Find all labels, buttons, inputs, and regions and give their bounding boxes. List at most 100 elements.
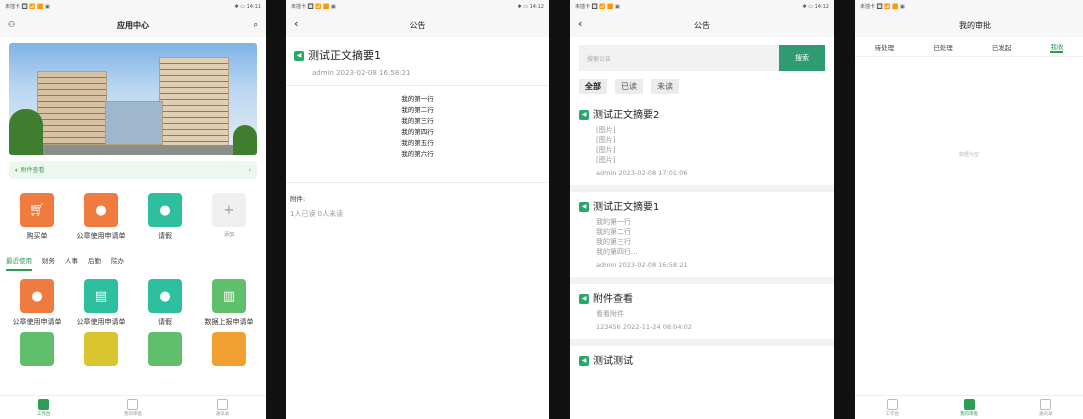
header: ‹ 公告 bbox=[286, 13, 549, 37]
tabbar-workbench[interactable]: 工作台 bbox=[36, 398, 51, 417]
bottom-tabbar: 工作台 我的审批 通讯录 bbox=[0, 395, 266, 419]
hospital-banner[interactable] bbox=[9, 43, 257, 155]
books-icon bbox=[84, 332, 118, 366]
status-bar: 未插卡 🔲 📶 🟧 ▣ ✱ ▭ 14:12 bbox=[286, 0, 549, 13]
page-title: 公告 bbox=[409, 20, 426, 30]
back-icon[interactable]: ‹ bbox=[578, 17, 582, 30]
app-tile[interactable] bbox=[73, 332, 129, 370]
status-time: ✱ ▭ 14:12 bbox=[802, 3, 829, 10]
tab-finance[interactable]: 财务 bbox=[42, 255, 55, 271]
header: 我的审批 bbox=[855, 13, 1083, 37]
card-title: ◀ 测试正文摘要1 bbox=[579, 198, 825, 213]
notice-card[interactable]: ◀ 测试测试 bbox=[570, 346, 834, 379]
tabbar-contacts[interactable]: 通讯录 bbox=[1039, 398, 1053, 417]
header: ‹ 公告 bbox=[570, 13, 834, 37]
tabbar-workbench[interactable]: 工作台 bbox=[886, 398, 899, 417]
app-seal-request[interactable]: ● 公章使用申请单 bbox=[73, 193, 129, 241]
app-seal-request-2[interactable]: ▤ 公章使用申请单 bbox=[73, 279, 129, 327]
filter-all[interactable]: 全部 bbox=[579, 79, 607, 94]
stamp-icon bbox=[20, 332, 54, 366]
app-tile[interactable] bbox=[137, 332, 193, 370]
notice-card[interactable]: ◀ 测试正文摘要2 [图片] [图片] [图片] [图片] admin 2023-… bbox=[570, 100, 834, 192]
attachment-notice[interactable]: 🔈︎ 附件查看 › bbox=[9, 161, 257, 179]
building-image bbox=[37, 71, 107, 145]
notice-title-text: 测试正文摘要1 bbox=[308, 49, 381, 62]
tabbar-label: 我的审批 bbox=[960, 411, 978, 417]
status-bar: 未插卡 🔲 📶 🟧 ▣ ✱ ▭ 14:11 bbox=[0, 0, 266, 13]
speaker-icon: ◀ bbox=[579, 110, 589, 120]
card-line: 我的第三行 bbox=[596, 238, 631, 246]
body-line: 我的第一行 bbox=[401, 95, 434, 103]
filter-unread[interactable]: 未读 bbox=[651, 79, 679, 94]
status-bar: 未插卡 🔲 📶 🟧 ▣ ✱ ▭ 14:12 bbox=[570, 0, 834, 13]
app-leave[interactable]: ● 请假 bbox=[137, 279, 193, 327]
search-bar: 搜索公告 搜索 bbox=[579, 45, 825, 71]
contacts-icon bbox=[216, 398, 228, 410]
recent-apps: ● 公章使用申请单 ▤ 公章使用申请单 ● 请假 ▥ 数据上报申请单 bbox=[0, 279, 266, 327]
search-button[interactable]: 搜索 bbox=[779, 45, 825, 71]
header: ⚇ 应用中心 ⌕ bbox=[0, 13, 266, 37]
user-clock-icon: ● bbox=[148, 279, 182, 313]
card-line: [图片] bbox=[596, 146, 616, 154]
status-left: 未插卡 🔲 📶 🟧 ▣ bbox=[5, 4, 50, 10]
notice-card[interactable]: ◀ 附件查看 看看附件 123456 2022-11-24 08:04:02 bbox=[570, 284, 834, 346]
tabbar-approvals[interactable]: 我的审批 bbox=[960, 398, 978, 417]
tab-hr[interactable]: 人事 bbox=[65, 255, 78, 271]
tab-office[interactable]: 院办 bbox=[111, 255, 124, 271]
card-title: ◀ 测试测试 bbox=[579, 352, 825, 367]
grid-icon bbox=[886, 398, 898, 410]
bottom-tabbar: 工作台 我的审批 通讯录 bbox=[855, 395, 1083, 419]
tabbar-approvals[interactable]: 我的审批 bbox=[124, 398, 142, 417]
tab-logistics[interactable]: 后勤 bbox=[88, 255, 101, 271]
app-purchase[interactable]: 🛒︎ 购买单 bbox=[9, 193, 65, 241]
app-label: 公章使用申请单 bbox=[76, 232, 126, 240]
tab-processed[interactable]: 已处理 bbox=[933, 42, 953, 52]
read-stats[interactable]: 1人已读 0人未读 bbox=[286, 209, 549, 219]
tab-pending[interactable]: 待处理 bbox=[875, 42, 895, 52]
plus-icon: + bbox=[212, 193, 246, 227]
app-label: 公章使用申请单 bbox=[76, 318, 126, 326]
app-label: 添加 bbox=[223, 232, 234, 238]
status-left: 未插卡 🔲 📶 🟧 ▣ bbox=[575, 4, 620, 10]
notice-body: 我的第一行 我的第二行 我的第三行 我的第四行 我的第五行 我的第六行 bbox=[286, 85, 549, 183]
ground bbox=[9, 145, 257, 155]
tabbar-contacts[interactable]: 通讯录 bbox=[216, 398, 229, 417]
search-input[interactable]: 搜索公告 bbox=[579, 45, 779, 71]
chat-icon bbox=[963, 398, 975, 410]
speaker-icon: ◀ bbox=[294, 51, 304, 61]
user-icon: ● bbox=[84, 193, 118, 227]
card-title-text: 测试正文摘要1 bbox=[593, 202, 660, 213]
chevron-right-icon: › bbox=[248, 166, 251, 174]
back-icon[interactable]: ‹ bbox=[294, 17, 298, 30]
grid-icon bbox=[38, 398, 50, 410]
card-title-text: 测试正文摘要2 bbox=[593, 110, 660, 121]
card-meta: admin 2023-02-08 17:01:06 bbox=[596, 169, 688, 177]
tabbar-label: 工作台 bbox=[36, 411, 51, 417]
page-title: 我的审批 bbox=[959, 20, 991, 30]
notice-list-screen: 未插卡 🔲 📶 🟧 ▣ ✱ ▭ 14:12 ‹ 公告 搜索公告 搜索 全部 已读 … bbox=[570, 0, 834, 419]
card-line: [图片] bbox=[596, 126, 616, 134]
tab-initiated[interactable]: 已发起 bbox=[992, 42, 1012, 52]
speaker-icon: ◀ bbox=[579, 294, 589, 304]
database-icon: ▥ bbox=[212, 279, 246, 313]
tab-recent[interactable]: 最近使用 bbox=[6, 255, 32, 271]
user-icon[interactable]: ⚇ bbox=[8, 20, 15, 29]
form-icon bbox=[212, 332, 246, 366]
body-line: 我的第四行 bbox=[401, 128, 434, 136]
filter-read[interactable]: 已读 bbox=[615, 79, 643, 94]
card-line: [图片] bbox=[596, 156, 616, 164]
search-icon[interactable]: ⌕ bbox=[254, 20, 258, 30]
more-apps bbox=[0, 332, 266, 370]
card-line: [图片] bbox=[596, 136, 616, 144]
body-line: 我的第三行 bbox=[401, 117, 434, 125]
app-data-report[interactable]: ▥ 数据上报申请单 bbox=[201, 279, 257, 327]
notice-card[interactable]: ◀ 测试正文摘要1 我的第一行 我的第二行 我的第三行 我的第四行... admi… bbox=[570, 192, 834, 284]
app-tile[interactable] bbox=[201, 332, 257, 370]
app-leave[interactable]: ● 请假 bbox=[137, 193, 193, 241]
app-seal-request[interactable]: ● 公章使用申请单 bbox=[9, 279, 65, 327]
tab-received[interactable]: 我收 bbox=[1050, 41, 1064, 53]
document-icon: ▤ bbox=[84, 279, 118, 313]
app-tile[interactable] bbox=[9, 332, 65, 370]
body-line: 我的第二行 bbox=[401, 106, 434, 114]
app-add[interactable]: + 添加 bbox=[201, 193, 257, 241]
